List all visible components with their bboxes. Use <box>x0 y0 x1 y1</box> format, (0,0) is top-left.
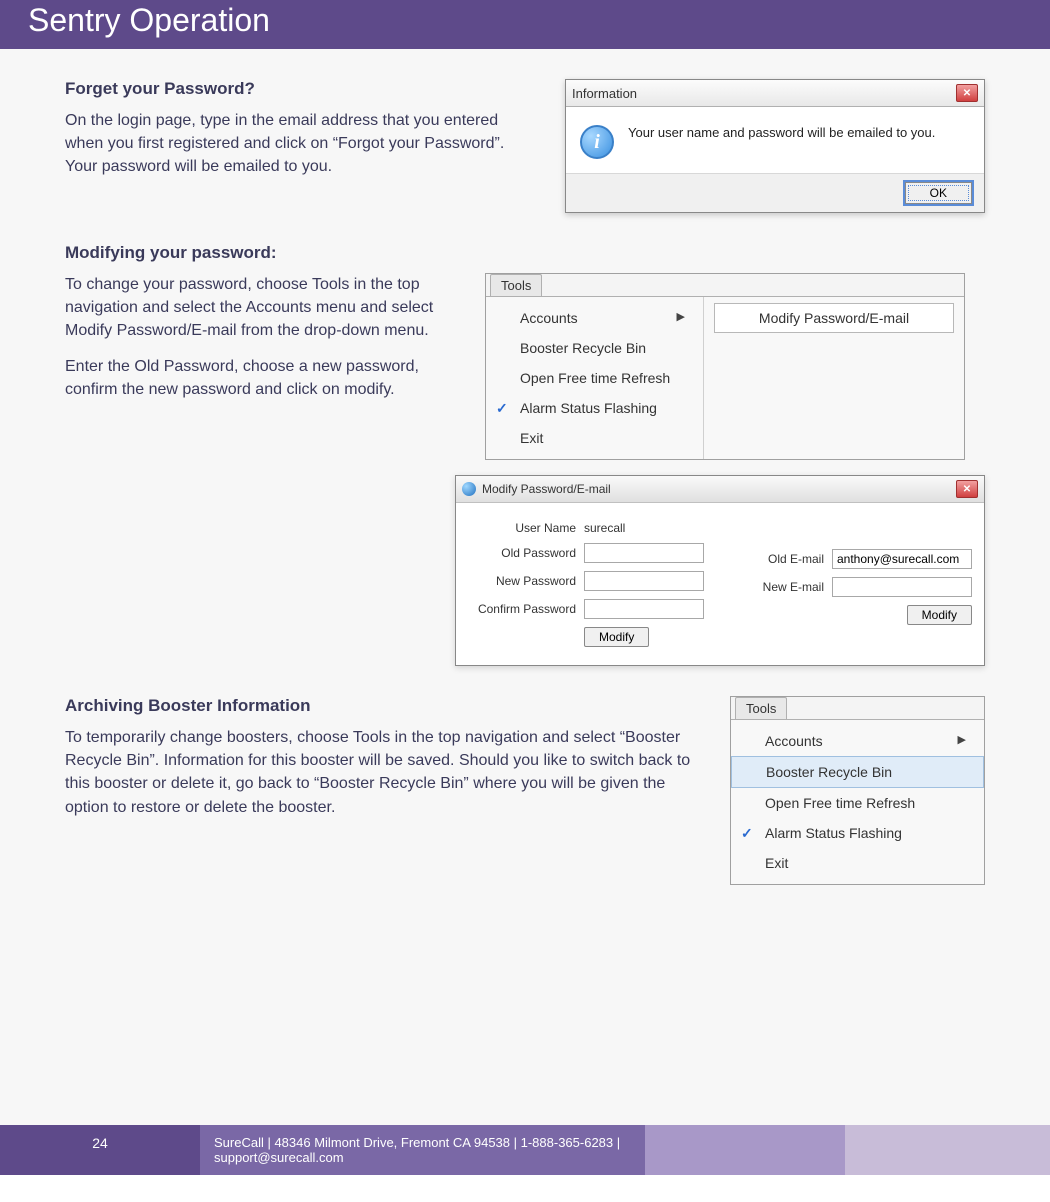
menu-item-exit[interactable]: Exit <box>731 848 984 878</box>
section-forgot-body: On the login page, type in the email add… <box>65 109 535 179</box>
dialog-title: Information <box>572 86 637 101</box>
menu-item-accounts[interactable]: Accounts▶ <box>486 303 703 333</box>
dialog-message: Your user name and password will be emai… <box>628 125 935 140</box>
section-archive-title: Archiving Booster Information <box>65 696 710 716</box>
section-forgot-title: Forget your Password? <box>65 79 535 99</box>
globe-icon <box>462 482 476 496</box>
section-modify: Modifying your password: To change your … <box>65 243 985 460</box>
confpw-label: Confirm Password <box>476 602 576 616</box>
menu-item-exit[interactable]: Exit <box>486 423 703 453</box>
username-value: surecall <box>584 521 704 535</box>
username-label: User Name <box>476 521 576 535</box>
footer-address: SureCall | 48346 Milmont Drive, Fremont … <box>200 1125 645 1175</box>
oldemail-label: Old E-mail <box>754 552 824 566</box>
page-title: Sentry Operation <box>28 2 270 38</box>
page-title-bar: Sentry Operation <box>0 0 1050 49</box>
check-icon: ✓ <box>741 825 753 842</box>
tools-tab[interactable]: Tools <box>735 697 787 719</box>
chevron-right-icon: ▶ <box>677 310 685 323</box>
menu-item-refresh[interactable]: Open Free time Refresh <box>731 788 984 818</box>
close-icon[interactable]: ✕ <box>956 480 978 498</box>
menu-item-accounts[interactable]: Accounts▶ <box>731 726 984 756</box>
modify-password-button[interactable]: Modify <box>584 627 649 647</box>
info-icon: i <box>580 125 614 159</box>
menu-item-alarm[interactable]: ✓Alarm Status Flashing <box>731 818 984 848</box>
check-icon: ✓ <box>496 400 508 417</box>
dialog-titlebar: Information ✕ <box>566 80 984 107</box>
modify-email-button[interactable]: Modify <box>907 605 972 625</box>
new-password-input[interactable] <box>584 571 704 591</box>
newpw-label: New Password <box>476 574 576 588</box>
newemail-label: New E-mail <box>754 580 824 594</box>
section-archive-body: To temporarily change boosters, choose T… <box>65 726 710 819</box>
page-number: 24 <box>0 1125 200 1175</box>
page-content: Forget your Password? On the login page,… <box>0 49 1050 965</box>
oldpw-label: Old Password <box>476 546 576 560</box>
new-email-input[interactable] <box>832 577 972 597</box>
menu-item-alarm[interactable]: ✓Alarm Status Flashing <box>486 393 703 423</box>
ok-button[interactable]: OK <box>905 182 972 204</box>
modify-dialog-titlebar: Modify Password/E-mail ✕ <box>456 476 984 503</box>
modify-password-dialog: Modify Password/E-mail ✕ User Name surec… <box>455 475 985 666</box>
chevron-right-icon: ▶ <box>958 733 966 746</box>
modify-dialog-title: Modify Password/E-mail <box>482 482 611 496</box>
tools-tab[interactable]: Tools <box>490 274 542 296</box>
confirm-password-input[interactable] <box>584 599 704 619</box>
tools-menu-1: Tools Accounts▶ Booster Recycle Bin Open… <box>485 273 965 460</box>
section-forgot: Forget your Password? On the login page,… <box>65 79 985 213</box>
section-modify-body2: Enter the Old Password, choose a new pas… <box>65 355 465 401</box>
section-modify-title: Modifying your password: <box>65 243 985 263</box>
menu-item-refresh[interactable]: Open Free time Refresh <box>486 363 703 393</box>
submenu-modify-password[interactable]: Modify Password/E-mail <box>714 303 954 333</box>
information-dialog: Information ✕ i Your user name and passw… <box>565 79 985 213</box>
menu-item-recycle[interactable]: Booster Recycle Bin <box>486 333 703 363</box>
page-footer: 24 SureCall | 48346 Milmont Drive, Fremo… <box>0 1125 1050 1175</box>
menu-item-recycle[interactable]: Booster Recycle Bin <box>731 756 984 788</box>
old-password-input[interactable] <box>584 543 704 563</box>
section-archive: Archiving Booster Information To tempora… <box>65 696 985 885</box>
old-email-input[interactable] <box>832 549 972 569</box>
section-modify-body1: To change your password, choose Tools in… <box>65 273 465 343</box>
close-icon[interactable]: ✕ <box>956 84 978 102</box>
tools-menu-2: Tools Accounts▶ Booster Recycle Bin Open… <box>730 696 985 885</box>
